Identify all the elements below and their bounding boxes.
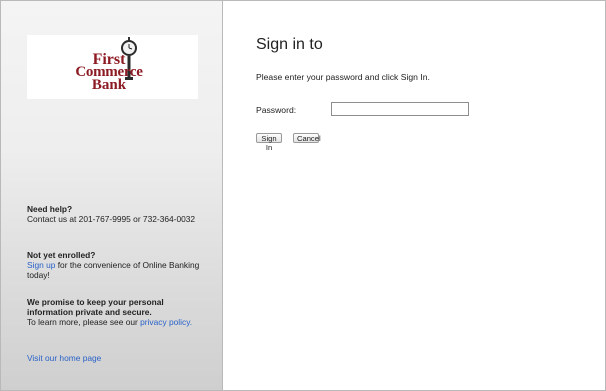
privacy-text: To learn more, please see our [27,317,141,327]
password-label: Password: [256,105,297,115]
page-title: Sign in to [256,36,323,53]
logo-line-3: Bank [91,77,127,93]
home-page-link[interactable]: Visit our home page [27,353,101,363]
help-section: Need help? Contact us at 201-767-9995 or… [27,204,202,224]
logo-wordmark: First Commerce Bank [69,52,149,93]
sign-up-link[interactable]: Sign up [27,260,55,270]
enroll-heading: Not yet enrolled? [27,250,96,260]
enroll-section: Not yet enrolled? Sign up for the conven… [27,250,202,280]
sign-in-panel: Sign in to Please enter your password an… [223,1,605,390]
privacy-policy-link[interactable]: privacy policy. [140,317,192,327]
help-heading: Need help? [27,204,73,214]
bank-logo: First Commerce Bank [27,35,198,99]
password-field[interactable] [331,102,469,116]
privacy-heading: We promise to keep your personal informa… [27,297,164,317]
sidebar: First Commerce Bank Need help? Contact u… [1,1,223,390]
help-contact-text: Contact us at 201-767-9995 or 732-364-00… [27,214,196,224]
login-window: First Commerce Bank Need help? Contact u… [0,0,606,391]
privacy-section: We promise to keep your personal informa… [27,297,202,327]
instructions-text: Please enter your password and click Sig… [256,72,430,82]
sign-in-button[interactable]: Sign In [256,133,282,152]
cancel-button[interactable]: Cancel [293,133,321,143]
